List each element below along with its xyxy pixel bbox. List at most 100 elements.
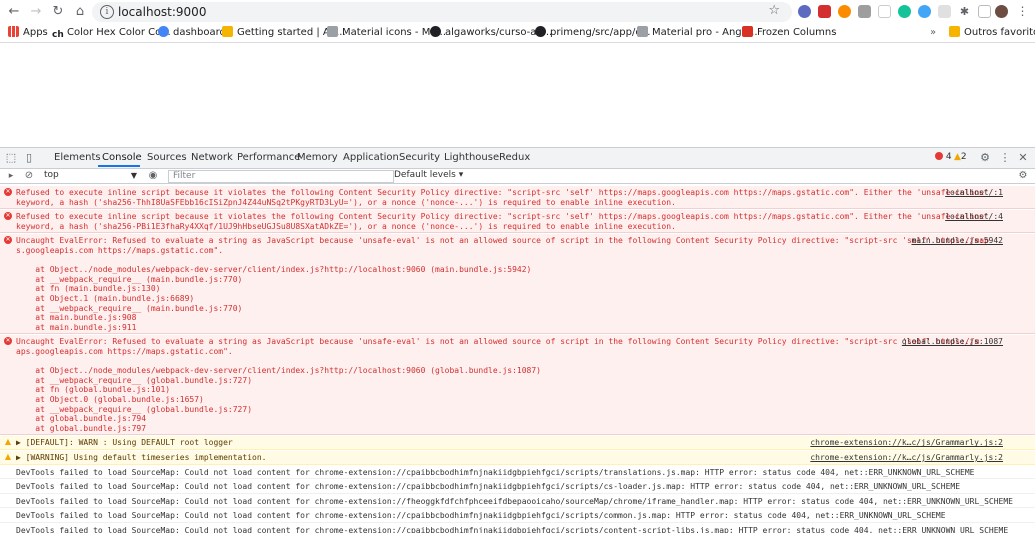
console-warning[interactable]: ▲ ▶ [WARNING] Using default timeseries im… (0, 451, 1035, 465)
source-link[interactable]: localhost/:4 (945, 212, 1003, 222)
console-filter-bar: ▸ ⊘ top ▼ ◉ Filter Default levels ▾ ⚙ (0, 169, 1035, 184)
message-line: keyword, a hash ('sha256-PBi1E3fhaRy4XXq… (16, 221, 676, 231)
devtools-tab-bar: ⬚ ▯ Elements Console Sources Network Per… (0, 148, 1035, 169)
reload-icon[interactable]: ↻ (50, 4, 66, 20)
source-link[interactable]: chrome-extension://k…c/js/Grammarly.js:2 (810, 453, 1003, 463)
message-text: DevTools failed to load SourceMap: Could… (16, 511, 946, 521)
source-link[interactable]: localhost/:1 (945, 188, 1003, 198)
github-icon (430, 26, 441, 37)
tab-sources[interactable]: Sources (147, 152, 187, 163)
console-message[interactable]: DevTools failed to load SourceMap: Could… (0, 465, 1035, 480)
tab-console[interactable]: Console (102, 152, 142, 163)
source-link[interactable]: chrome-extension://k…c/js/Grammarly.js:2 (810, 438, 1003, 448)
console-error[interactable]: ✕ Uncaught EvalError: Refused to evaluate… (0, 335, 1035, 436)
eye-icon[interactable]: ◉ (146, 169, 160, 183)
bookmark-item[interactable]: Material icons - Ma... (327, 26, 446, 40)
tab-memory[interactable]: Memory (297, 152, 338, 163)
bookmark-item[interactable]: Frozen Columns (742, 26, 836, 40)
apps-icon (8, 26, 19, 37)
extension-icon[interactable] (878, 5, 891, 18)
active-tab-indicator (98, 165, 140, 167)
extension-icon[interactable] (918, 5, 931, 18)
puzzle-icon[interactable]: ✱ (958, 5, 971, 18)
close-icon[interactable]: ✕ (1016, 151, 1030, 165)
site-info-icon[interactable]: i (100, 5, 114, 19)
message-line: ▶ [WARNING] Using default timeseries imp… (16, 453, 267, 462)
tab-redux[interactable]: Redux (499, 152, 530, 163)
home-icon[interactable]: ⌂ (72, 4, 88, 20)
context-selector[interactable]: top ▼ (44, 170, 139, 181)
console-error[interactable]: ✕ Refused to execute inline script becaus… (0, 186, 1035, 210)
address-bar[interactable]: i localhost:9000 ☆ (92, 2, 792, 22)
bookmark-item[interactable]: dashboard (158, 26, 226, 40)
tab-network[interactable]: Network (191, 152, 233, 163)
extension-icon[interactable] (798, 5, 811, 18)
console-messages: ✕ Refused to execute inline script becaus… (0, 184, 1035, 533)
bookmark-item[interactable]: ch Color Hex Color Co... (52, 26, 171, 40)
avatar[interactable] (995, 5, 1008, 18)
tab-elements[interactable]: Elements (54, 152, 101, 163)
forward-icon[interactable]: → (28, 4, 44, 20)
message-line: at global.bundle.js:797 (16, 423, 147, 433)
message-text: Refused to execute inline script because… (16, 188, 989, 207)
url-text[interactable]: localhost:9000 (118, 5, 206, 19)
tab-security[interactable]: Security (399, 152, 440, 163)
console-message[interactable]: DevTools failed to load SourceMap: Could… (0, 494, 1035, 509)
grammarly-icon[interactable] (898, 5, 911, 18)
bookmark-favicon-icon (158, 26, 169, 37)
bookmark-favicon-icon (637, 26, 648, 37)
tab-lighthouse[interactable]: Lighthouse (444, 152, 499, 163)
message-text: DevTools failed to load SourceMap: Could… (16, 497, 1013, 507)
tab-performance[interactable]: Performance (237, 152, 300, 163)
message-line: at __webpack_require__ (main.bundle.js:7… (16, 274, 243, 284)
bookmark-item[interactable]: Apps (8, 26, 48, 40)
extension-icon[interactable] (938, 5, 951, 18)
message-line: keyword, a hash ('sha256-ThhI8UaSFEbb16c… (16, 197, 676, 207)
extension-icon[interactable] (978, 5, 991, 18)
tab-application[interactable]: Application (343, 152, 399, 163)
error-icon: ✕ (4, 212, 12, 221)
more-bookmarks-button[interactable]: » (930, 26, 936, 40)
extension-icon[interactable] (858, 5, 871, 18)
sidebar-toggle-icon[interactable]: ▸ (4, 169, 18, 183)
warning-count-badge[interactable]: ▲2 (954, 152, 967, 162)
console-settings-icon[interactable]: ⚙ (1016, 169, 1030, 183)
filter-input[interactable]: Filter (168, 170, 394, 183)
warning-icon: ▲ (954, 152, 961, 162)
log-levels-dropdown[interactable]: Default levels ▾ (394, 170, 463, 181)
message-line: at __webpack_require__ (main.bundle.js:7… (16, 303, 243, 313)
message-line: at __webpack_require__ (global.bundle.js… (16, 404, 253, 414)
more-options-icon[interactable]: ⋮ (998, 151, 1012, 165)
message-text: DevTools failed to load SourceMap: Could… (16, 468, 974, 478)
console-message[interactable]: DevTools failed to load SourceMap: Could… (0, 480, 1035, 494)
bookmark-item[interactable]: primeng/src/app/c... (535, 26, 650, 40)
console-message[interactable]: DevTools failed to load SourceMap: Could… (0, 509, 1035, 523)
message-text: Refused to execute inline script because… (16, 212, 989, 231)
settings-icon[interactable]: ⚙ (978, 151, 992, 165)
back-icon[interactable]: ← (6, 4, 22, 20)
message-text: ▶ [WARNING] Using default timeseries imp… (16, 453, 266, 463)
inspect-icon[interactable]: ⬚ (4, 151, 18, 165)
console-error[interactable]: ✕ Refused to execute inline script becaus… (0, 210, 1035, 234)
menu-icon[interactable]: ⋮ (1016, 5, 1029, 18)
source-link[interactable]: global.bundle.js:1087 (902, 337, 1003, 347)
extension-icon[interactable] (838, 5, 851, 18)
error-count-badge[interactable]: 4 (935, 152, 952, 162)
source-link[interactable]: main.bundle.js:5942 (911, 236, 1003, 246)
message-line: DevTools failed to load SourceMap: Could… (16, 511, 946, 521)
message-line: s.googleapis.com https://maps.gstatic.co… (16, 245, 224, 255)
other-bookmarks[interactable]: Outros favoritos (949, 26, 1035, 40)
bookmark-item[interactable]: algaworks/curso-an... (430, 26, 552, 40)
message-line: at Object.0 (global.bundle.js:1657) (16, 394, 204, 404)
extension-icon[interactable] (818, 5, 831, 18)
browser-toolbar: ← → ↻ ⌂ i localhost:9000 ☆ ✱ ⋮ (0, 0, 1035, 24)
message-line: DevTools failed to load SourceMap: Could… (16, 467, 975, 477)
device-toolbar-icon[interactable]: ▯ (22, 151, 36, 165)
console-error[interactable]: ✕ Uncaught EvalError: Refused to evaluate… (0, 234, 1035, 335)
clear-console-icon[interactable]: ⊘ (22, 169, 36, 183)
message-text: Uncaught EvalError: Refused to evaluate … (16, 236, 989, 332)
bookmark-item[interactable]: Material pro - Angu... (637, 26, 758, 40)
console-warning[interactable]: ▲ ▶ [DEFAULT]: WARN : Using DEFAULT root … (0, 436, 1035, 450)
bookmark-star-icon[interactable]: ☆ (768, 3, 780, 18)
message-line: Uncaught EvalError: Refused to evaluate … (16, 337, 980, 347)
